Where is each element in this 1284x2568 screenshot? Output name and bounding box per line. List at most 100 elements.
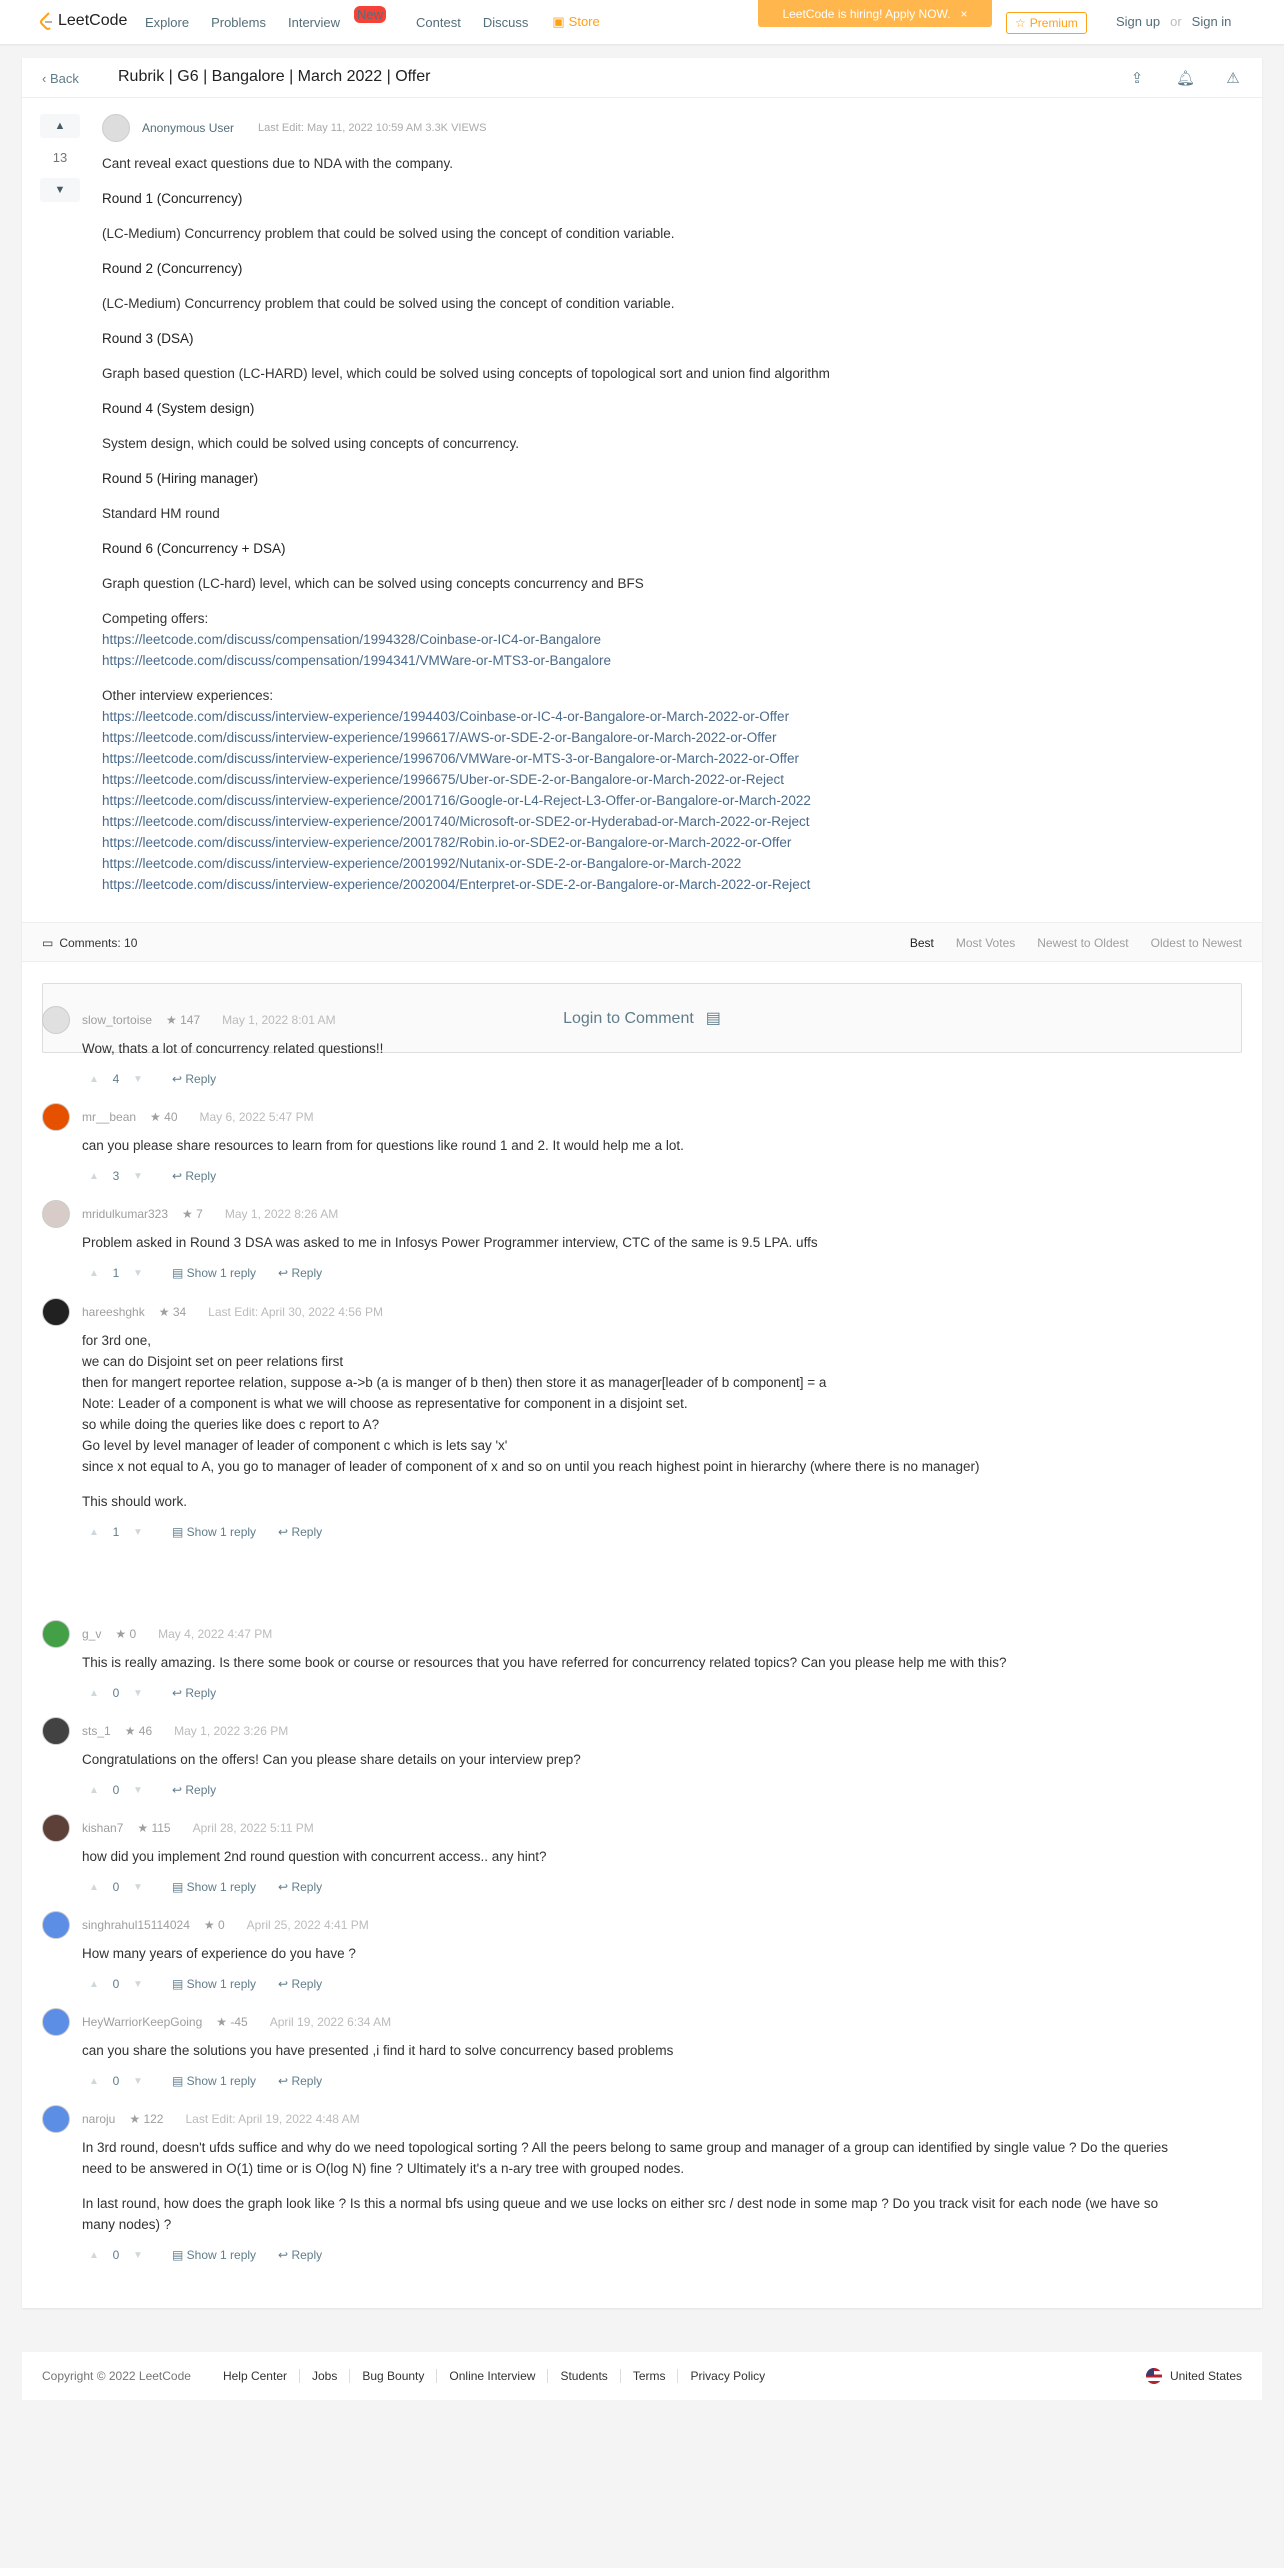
reply-button[interactable]: ↩ Reply [278,1880,322,1894]
downvote-icon[interactable]: ▼ [126,1785,150,1796]
downvote-icon[interactable]: ▼ [126,1268,150,1279]
downvote-icon[interactable]: ▼ [126,1527,150,1538]
experience-link[interactable]: https://leetcode.com/discuss/interview-e… [102,772,784,787]
avatar[interactable] [42,1298,70,1326]
footer-privacy-policy[interactable]: Privacy Policy [677,2369,765,2383]
reply-button[interactable]: ↩ Reply [278,2074,322,2088]
comment-username[interactable]: singhrahul15114024 [82,1918,190,1932]
upvote-icon[interactable]: ▲ [82,1688,106,1699]
show-replies-button[interactable]: ▤ Show 1 reply [172,2074,256,2088]
upvote-icon[interactable]: ▲ [82,1268,106,1279]
comment-username[interactable]: slow_tortoise [82,1013,152,1027]
comment-username[interactable]: HeyWarriorKeepGoing [82,2015,202,2029]
reply-icon: ↩ [278,2248,292,2262]
competing-link[interactable]: https://leetcode.com/discuss/compensatio… [102,632,601,647]
upvote-icon[interactable]: ▲ [82,1785,106,1796]
share-icon[interactable]: ⇪ [1128,69,1146,87]
upvote-icon[interactable]: ▲ [82,1527,106,1538]
footer-jobs[interactable]: Jobs [298,2369,337,2383]
experience-link[interactable]: https://leetcode.com/discuss/interview-e… [102,709,789,724]
comment-username[interactable]: sts_1 [82,1724,111,1738]
reply-button[interactable]: ↩ Reply [278,1266,322,1280]
upvote-button[interactable]: ▲ [40,114,80,138]
experience-link[interactable]: https://leetcode.com/discuss/interview-e… [102,730,777,745]
experience-link[interactable]: https://leetcode.com/discuss/interview-e… [102,793,811,808]
avatar[interactable] [42,1620,70,1648]
sort-most-votes[interactable]: Most Votes [956,936,1015,950]
avatar[interactable] [42,1006,70,1034]
close-icon[interactable]: × [961,7,968,21]
upvote-icon[interactable]: ▲ [82,1882,106,1893]
avatar[interactable] [42,2008,70,2036]
sort-newest[interactable]: Newest to Oldest [1037,936,1128,950]
leetcode-logo[interactable]: LeetCode [40,12,127,30]
avatar[interactable] [102,114,130,142]
signup-link[interactable]: Sign up [1116,14,1160,29]
competing-link[interactable]: https://leetcode.com/discuss/compensatio… [102,653,611,668]
comment-username[interactable]: naroju [82,2112,115,2126]
comment-username[interactable]: g_v [82,1627,101,1641]
downvote-icon[interactable]: ▼ [126,2250,150,2261]
experience-link[interactable]: https://leetcode.com/discuss/interview-e… [102,856,741,871]
sort-oldest[interactable]: Oldest to Newest [1151,936,1242,950]
reply-button[interactable]: ↩ Reply [278,2248,322,2262]
footer-students[interactable]: Students [547,2369,608,2383]
nav-discuss[interactable]: Discuss [483,15,529,30]
footer-online-interview[interactable]: Online Interview [436,2369,535,2383]
reply-button[interactable]: ↩ Reply [172,1072,216,1086]
footer-terms[interactable]: Terms [619,2369,665,2383]
footer-bug-bounty[interactable]: Bug Bounty [349,2369,424,2383]
show-replies-button[interactable]: ▤ Show 1 reply [172,1266,256,1280]
experience-link[interactable]: https://leetcode.com/discuss/interview-e… [102,814,810,829]
reply-button[interactable]: ↩ Reply [278,1525,322,1539]
avatar[interactable] [42,2105,70,2133]
region-selector[interactable]: United States [1145,2368,1242,2384]
upvote-icon[interactable]: ▲ [82,1074,106,1085]
nav-interview[interactable]: Interview New [288,5,394,30]
reply-button[interactable]: ↩ Reply [172,1783,216,1797]
avatar[interactable] [42,1200,70,1228]
back-button[interactable]: ‹ Back [42,71,79,86]
nav-store[interactable]: ▣ Store [552,14,599,30]
experience-link[interactable]: https://leetcode.com/discuss/interview-e… [102,751,799,766]
footer-help-center[interactable]: Help Center [211,2369,287,2383]
nav-contest[interactable]: Contest [416,15,461,30]
downvote-icon[interactable]: ▼ [126,1171,150,1182]
show-replies-button[interactable]: ▤ Show 1 reply [172,1525,256,1539]
sort-best[interactable]: Best [910,936,934,950]
show-replies-button[interactable]: ▤ Show 1 reply [172,1880,256,1894]
nav-problems[interactable]: Problems [211,15,266,30]
show-replies-button[interactable]: ▤ Show 1 reply [172,2248,256,2262]
downvote-icon[interactable]: ▼ [126,1882,150,1893]
downvote-button[interactable]: ▼ [40,178,80,202]
avatar[interactable] [42,1103,70,1131]
comment-username[interactable]: hareeshghk [82,1305,145,1319]
signin-link[interactable]: Sign in [1192,14,1232,29]
avatar[interactable] [42,1911,70,1939]
experience-link[interactable]: https://leetcode.com/discuss/interview-e… [102,835,791,850]
nav-explore[interactable]: Explore [145,15,189,30]
comment-username[interactable]: mr__bean [82,1110,136,1124]
premium-button[interactable]: ☆ Premium [1006,12,1087,34]
author-name[interactable]: Anonymous User [142,121,234,135]
hiring-banner[interactable]: LeetCode is hiring! Apply NOW. × [758,0,992,27]
upvote-icon[interactable]: ▲ [82,2250,106,2261]
comment-username[interactable]: mridulkumar323 [82,1207,168,1221]
reply-button[interactable]: ↩ Reply [172,1169,216,1183]
upvote-icon[interactable]: ▲ [82,1979,106,1990]
downvote-icon[interactable]: ▼ [126,1688,150,1699]
downvote-icon[interactable]: ▼ [126,2076,150,2087]
downvote-icon[interactable]: ▼ [126,1074,150,1085]
avatar[interactable] [42,1717,70,1745]
downvote-icon[interactable]: ▼ [126,1979,150,1990]
report-icon[interactable]: ⚠︎ [1224,69,1242,87]
reply-button[interactable]: ↩ Reply [172,1686,216,1700]
bell-icon[interactable]: 🔔︎ [1176,69,1195,87]
show-replies-button[interactable]: ▤ Show 1 reply [172,1977,256,1991]
experience-link[interactable]: https://leetcode.com/discuss/interview-e… [102,877,810,892]
reply-button[interactable]: ↩ Reply [278,1977,322,1991]
comment-username[interactable]: kishan7 [82,1821,123,1835]
avatar[interactable] [42,1814,70,1842]
upvote-icon[interactable]: ▲ [82,2076,106,2087]
upvote-icon[interactable]: ▲ [82,1171,106,1182]
